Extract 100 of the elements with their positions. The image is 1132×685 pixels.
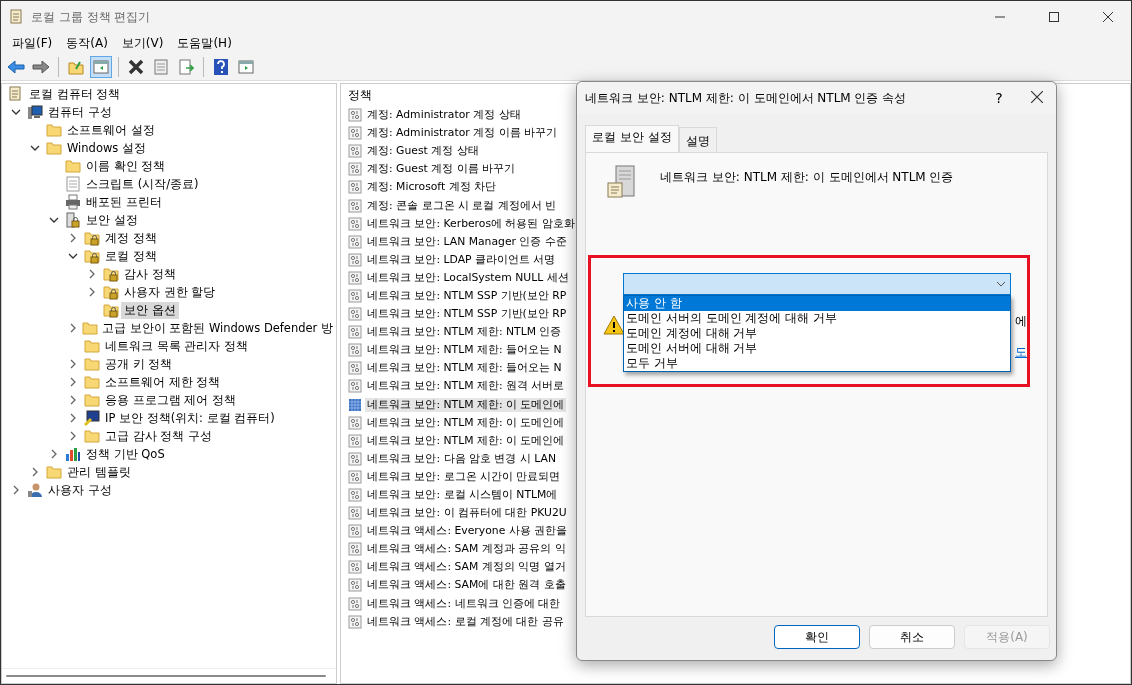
policy-item[interactable]: 네트워크 보안: LDAP 클라이언트 서명 <box>365 252 558 267</box>
policy-icon <box>348 397 362 412</box>
tree-item[interactable]: 네트워크 목록 관리자 정책 <box>102 337 251 355</box>
policy-item[interactable]: 네트워크 보안: Kerberos에 허용된 암호화 <box>365 216 577 231</box>
action-pane-icon <box>238 59 254 74</box>
policy-item[interactable]: 네트워크 보안: LAN Manager 인증 수준 <box>365 234 569 249</box>
dialog-button[interactable]: 취소 <box>869 625 955 649</box>
policy-item[interactable]: 계정: Microsoft 계정 차단 <box>365 180 499 195</box>
dialog-button[interactable]: 확인 <box>774 625 860 649</box>
tree-item[interactable]: 컴퓨터 구성 <box>45 103 115 121</box>
policy-item[interactable]: 계정: Administrator 계정 이름 바꾸기 <box>365 126 559 141</box>
policy-icon <box>348 325 362 340</box>
policy-item[interactable]: 계정: Guest 계정 이름 바꾸기 <box>365 162 518 177</box>
tree-item[interactable]: 고급 보안이 포함된 Windows Defender 방 <box>98 319 336 337</box>
policy-item[interactable]: 네트워크 액세스: 로컬 계정에 대한 공유 <box>365 614 566 629</box>
tree-item[interactable]: IP 보안 정책(위치: 로컬 컴퓨터) <box>102 409 278 427</box>
folder-icon <box>46 140 62 156</box>
tree-item[interactable]: 사용자 구성 <box>45 481 115 499</box>
dropdown-field[interactable] <box>623 273 1011 295</box>
policy-icon <box>348 162 362 177</box>
policy-item[interactable]: 네트워크 보안: NTLM SSP 기반(보안 RP <box>365 307 569 322</box>
column-header[interactable]: 정책 <box>348 86 372 104</box>
tree-item[interactable]: 공개 키 정책 <box>102 355 176 373</box>
policy-icon <box>348 270 362 285</box>
policy-icon <box>348 433 362 448</box>
tree-item[interactable]: 계정 정책 <box>102 229 160 247</box>
policy-icon <box>348 596 362 611</box>
tree-item[interactable]: 응용 프로그램 제어 정책 <box>102 391 239 409</box>
policy-icon <box>348 524 362 539</box>
menu-item[interactable]: 동작(A) <box>59 34 115 52</box>
policy-item[interactable]: 네트워크 액세스: Everyone 사용 권한을 <box>365 524 570 539</box>
policy-item[interactable]: 네트워크 액세스: SAM 계정의 익명 열거 <box>365 560 568 575</box>
policy-item[interactable]: 네트워크 보안: NTLM 제한: 이 도메인에 <box>365 415 567 430</box>
user-icon <box>27 482 43 498</box>
warning-text: 에 <box>1015 313 1027 330</box>
policy-item[interactable]: 네트워크 보안: 이 컴퓨터에 대한 PKU2U <box>365 506 569 521</box>
policy-item[interactable]: 계정: Administrator 계정 상태 <box>365 108 523 123</box>
policy-icon <box>348 469 362 484</box>
policy-item[interactable]: 네트워크 보안: NTLM 제한: 원격 서버로 <box>365 379 567 394</box>
policy-item[interactable]: 네트워크 보안: 로그온 시간이 만료되면 <box>365 469 563 484</box>
tab[interactable]: 설명 <box>678 127 717 153</box>
tree-item[interactable]: 사용자 권한 할당 <box>121 283 219 301</box>
policy-icon <box>348 614 362 629</box>
help-button[interactable]: ? <box>980 90 1018 106</box>
dropdown-option[interactable]: 모두 거부 <box>624 356 1010 371</box>
menu-item[interactable]: 도움말(H) <box>170 34 239 52</box>
policy-icon <box>348 542 362 557</box>
help-link[interactable]: 도 <box>1015 344 1027 361</box>
policy-icon <box>348 488 362 502</box>
menu-item[interactable]: 파일(F) <box>5 34 60 52</box>
policy-item[interactable]: 네트워크 보안: NTLM SSP 기반(보안 RP <box>365 289 569 303</box>
dropdown-option[interactable]: 도메인 서버에 대해 거부 <box>624 341 1010 356</box>
locked-folder-icon <box>84 248 100 264</box>
policy-item[interactable]: 네트워크 보안: NTLM 제한: 이 도메인에 <box>365 397 567 412</box>
export-list-icon <box>178 58 194 75</box>
tree-item[interactable]: 소프트웨어 제한 정책 <box>102 373 224 391</box>
policy-item[interactable]: 네트워크 보안: NTLM 제한: 들어오는 N <box>365 361 564 376</box>
tree-item[interactable]: 이름 확인 정책 <box>83 157 169 175</box>
tree-item[interactable]: 소프트웨어 설정 <box>64 121 158 139</box>
policy-icon <box>348 126 362 141</box>
policy-item[interactable]: 네트워크 보안: NTLM 제한: 들어오는 N <box>365 343 564 358</box>
policy-item[interactable]: 네트워크 액세스: SAM에 대한 원격 호출 <box>365 578 568 593</box>
policy-icon <box>348 108 362 123</box>
tree-item[interactable]: 보안 옵션 <box>121 301 179 319</box>
tree-item[interactable]: 보안 설정 <box>83 211 141 229</box>
policy-icon <box>348 198 362 213</box>
policy-item[interactable]: 네트워크 보안: NTLM 제한: NTLM 인증 <box>365 325 564 340</box>
policy-icon <box>348 361 362 376</box>
help-icon <box>213 57 229 76</box>
tree-item[interactable]: 고급 감사 정책 구성 <box>102 427 215 445</box>
forward-arrow-icon <box>32 59 50 74</box>
policy-icon <box>348 252 362 267</box>
back-arrow-icon <box>7 59 25 74</box>
tree-item[interactable]: Windows 설정 <box>64 139 149 157</box>
policy-item[interactable]: 네트워크 보안: LocalSystem NULL 세션 <box>365 270 571 285</box>
bar-chart-icon <box>65 446 81 462</box>
folder-icon <box>84 374 100 390</box>
tab[interactable]: 로컬 보안 설정 <box>585 125 679 153</box>
tree-item[interactable]: 로컬 정책 <box>102 247 160 265</box>
tree-item[interactable]: 감사 정책 <box>121 265 179 283</box>
policy-item[interactable]: 네트워크 액세스: 네트워크 인증에 대한 <box>365 596 563 611</box>
policy-icon <box>348 307 362 322</box>
policy-item[interactable]: 네트워크 보안: 다음 암호 변경 시 LAN <box>365 451 558 466</box>
tree-item[interactable]: 스크립트 (시작/종료) <box>83 175 202 193</box>
policy-icon <box>348 216 362 231</box>
tree-item[interactable]: 정책 기반 QoS <box>83 445 168 463</box>
locked-folder-icon <box>103 284 119 300</box>
policy-item[interactable]: 계정: Guest 계정 상태 <box>365 144 481 159</box>
policy-item[interactable]: 네트워크 액세스: SAM 계정과 공유의 익 <box>365 542 568 557</box>
policy-item[interactable]: 네트워크 보안: 로컬 시스템이 NTLM에 <box>365 488 560 502</box>
dropdown-option[interactable]: 사용 안 함 <box>624 296 1010 311</box>
tree-item[interactable]: 배포된 프린터 <box>83 193 165 211</box>
tree-item[interactable]: 로컬 컴퓨터 정책 <box>26 85 124 103</box>
tree-item[interactable]: 관리 템플릿 <box>64 463 134 481</box>
dropdown-option[interactable]: 도메인 서버의 도메인 계정에 대해 거부 <box>624 311 1010 326</box>
policy-item[interactable]: 네트워크 보안: NTLM 제한: 이 도메인에 <box>365 433 567 448</box>
menu-item[interactable]: 보기(V) <box>114 34 171 52</box>
policy-item[interactable]: 계정: 콘솔 로그온 시 로컬 계정에서 빈 <box>365 198 559 213</box>
dropdown-option[interactable]: 도메인 계정에 대해 거부 <box>624 326 1010 341</box>
delete-icon <box>128 58 144 75</box>
